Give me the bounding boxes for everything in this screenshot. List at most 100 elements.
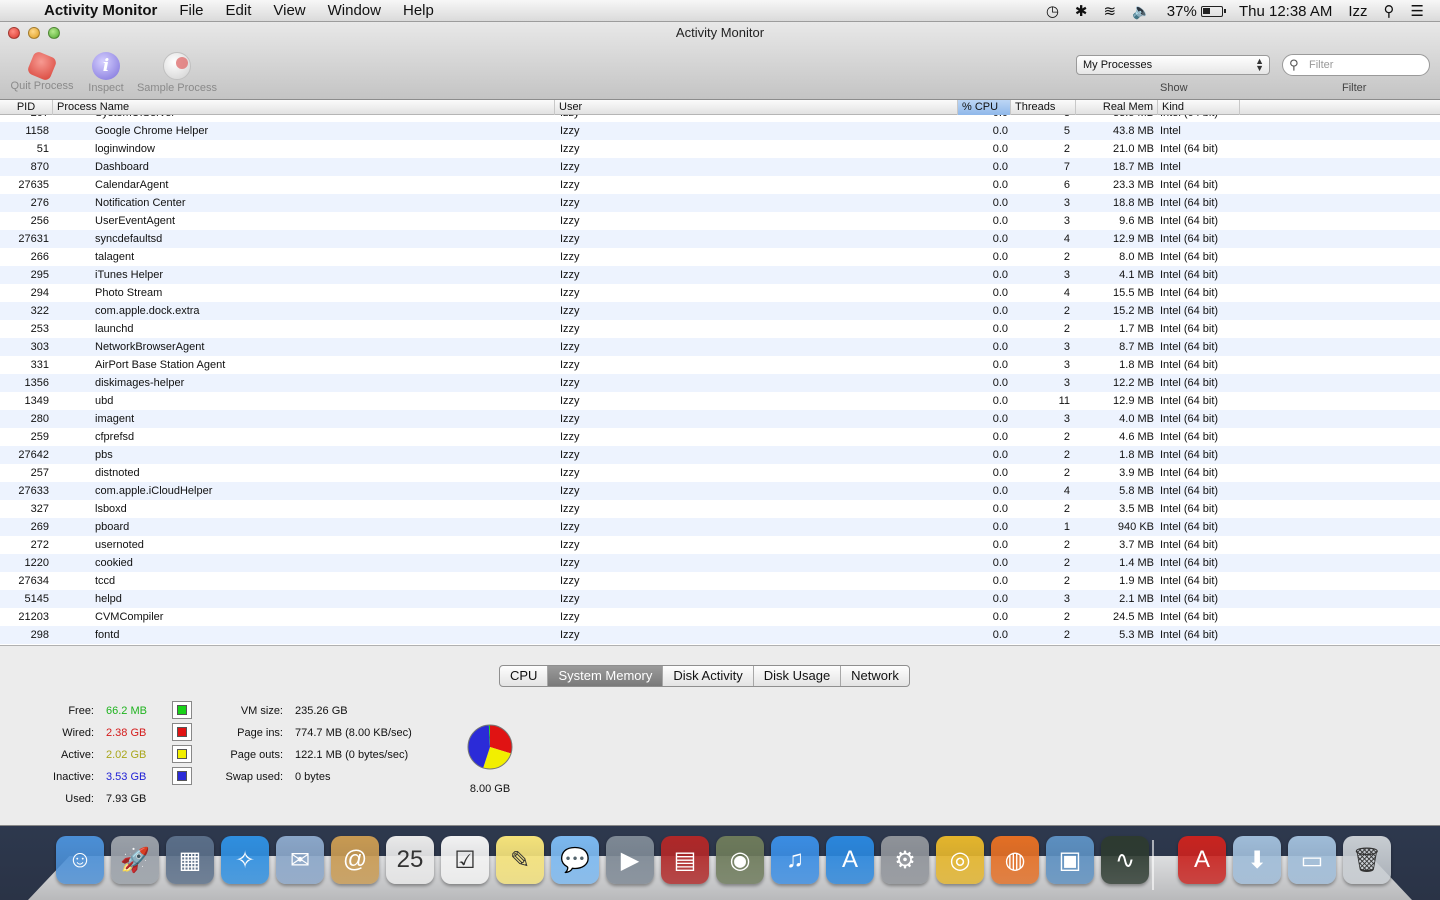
filter-search-input[interactable]: ⚲ Filter xyxy=(1282,54,1430,76)
table-row[interactable]: 269 pboard Izzy 0.0 1 940 KB Intel (64 bit) xyxy=(0,518,1440,536)
table-row[interactable]: 327 lsboxd Izzy 0.0 2 3.5 MB Intel (64 bit) xyxy=(0,500,1440,518)
tab-disk-usage[interactable]: Disk Usage xyxy=(754,666,842,686)
table-row[interactable]: 298 fontd Izzy 0.0 2 5.3 MB Intel (64 bit) xyxy=(0,626,1440,644)
time-machine-icon[interactable]: ◷ xyxy=(1046,2,1059,20)
table-row-partial[interactable]: 207 SystemUIServer Izzy 0.0 3 33.5 MB Intel (6… xyxy=(0,115,1440,122)
tab-network[interactable]: Network xyxy=(841,666,909,686)
notification-center-icon[interactable]: ☰ xyxy=(1411,2,1424,20)
facetime-icon[interactable]: ▶ xyxy=(606,836,654,884)
table-row[interactable]: 331 AirPort Base Station Agent Izzy 0.0 3 1.8… xyxy=(0,356,1440,374)
column-pid[interactable]: PID xyxy=(0,100,53,115)
table-row[interactable]: 27633 com.apple.iCloudHelper Izzy 0.0 4 5.8 M… xyxy=(0,482,1440,500)
menu-window[interactable]: Window xyxy=(328,2,381,19)
table-row[interactable]: 1349 ubd Izzy 0.0 11 12.9 MB Intel (64 bit) xyxy=(0,392,1440,410)
menu-file[interactable]: File xyxy=(179,2,203,19)
cell-mem: 1.4 MB xyxy=(1119,557,1154,569)
menu-clock[interactable]: Thu 12:38 AM xyxy=(1239,3,1332,20)
chrome-icon[interactable]: ◎ xyxy=(936,836,984,884)
menu-edit[interactable]: Edit xyxy=(226,2,252,19)
table-row[interactable]: 256 UserEventAgent Izzy 0.0 3 9.6 MB Intel (64… xyxy=(0,212,1440,230)
table-row[interactable]: 259 cfprefsd Izzy 0.0 2 4.6 MB Intel (64 bit) xyxy=(0,428,1440,446)
acrobat-icon[interactable]: A xyxy=(1178,836,1226,884)
column-real-mem[interactable]: Real Mem xyxy=(1076,100,1158,115)
cell-cpu: 0.0 xyxy=(992,503,1008,515)
table-row[interactable]: 295 iTunes Helper Izzy 0.0 3 4.1 MB Intel (64 … xyxy=(0,266,1440,284)
table-row[interactable]: 276 Notification Center Izzy 0.0 3 18.8 MB Int… xyxy=(0,194,1440,212)
calendar-icon[interactable]: 25 xyxy=(386,836,434,884)
cell-name: iTunes Helper xyxy=(95,269,164,281)
cell-pid: 27635 xyxy=(18,179,49,191)
column-kind[interactable]: Kind xyxy=(1158,100,1240,115)
sample-process-button[interactable]: Sample Process xyxy=(134,52,220,94)
process-table[interactable]: 207SystemUIServerIzzy0.0333.5 MBIntel (6… xyxy=(0,115,1440,646)
table-row[interactable]: 21203 CVMCompiler Izzy 0.0 2 24.5 MB Intel (64… xyxy=(0,608,1440,626)
itunes-icon[interactable]: ♫ xyxy=(771,836,819,884)
inspect-button[interactable]: i Inspect xyxy=(86,52,126,94)
show-processes-select[interactable]: My Processes ▲ ▼ xyxy=(1076,55,1270,75)
messages-icon[interactable]: 💬 xyxy=(551,836,599,884)
quit-process-button[interactable]: Quit Process xyxy=(8,50,76,92)
user-menu[interactable]: Izz xyxy=(1348,3,1367,20)
table-row[interactable]: 266 talagent Izzy 0.0 2 8.0 MB Intel (64 bit) xyxy=(0,248,1440,266)
preview-icon[interactable]: ▣ xyxy=(1046,836,1094,884)
documents-folder-icon[interactable]: ▭ xyxy=(1288,836,1336,884)
safari-icon[interactable]: ✧ xyxy=(221,836,269,884)
iphoto-icon[interactable]: ◉ xyxy=(716,836,764,884)
tab-system-memory[interactable]: System Memory xyxy=(548,666,664,686)
notes-icon[interactable]: ✎ xyxy=(496,836,544,884)
table-row[interactable]: 1158 Google Chrome Helper Izzy 0.0 5 43.8 MB I… xyxy=(0,122,1440,140)
reminders-icon[interactable]: ☑ xyxy=(441,836,489,884)
tab-disk-activity[interactable]: Disk Activity xyxy=(663,666,754,686)
table-row[interactable]: 272 usernoted Izzy 0.0 2 3.7 MB Intel (64 bit) xyxy=(0,536,1440,554)
column-user[interactable]: User xyxy=(555,100,958,115)
cell-name: Notification Center xyxy=(95,197,186,209)
trash-icon[interactable]: 🗑 xyxy=(1343,836,1391,884)
downloads-folder-icon[interactable]: ⬇ xyxy=(1233,836,1281,884)
menu-help[interactable]: Help xyxy=(403,2,434,19)
system-preferences-icon[interactable]: ⚙ xyxy=(881,836,929,884)
table-row[interactable]: 27635 CalendarAgent Izzy 0.0 6 23.3 MB Intel (… xyxy=(0,176,1440,194)
photo-booth-icon[interactable]: ▤ xyxy=(661,836,709,884)
table-row[interactable]: 1220 cookied Izzy 0.0 2 1.4 MB Intel (64 bit) xyxy=(0,554,1440,572)
contacts-icon[interactable]: @ xyxy=(331,836,379,884)
launchpad-icon[interactable]: 🚀 xyxy=(111,836,159,884)
table-row[interactable]: 253 launchd Izzy 0.0 2 1.7 MB Intel (64 bit) xyxy=(0,320,1440,338)
table-row[interactable]: 294 Photo Stream Izzy 0.0 4 15.5 MB Intel (64 … xyxy=(0,284,1440,302)
table-row[interactable]: 27634 tccd Izzy 0.0 2 1.9 MB Intel (64 bit) xyxy=(0,572,1440,590)
cell-name: distnoted xyxy=(95,467,140,479)
volume-icon[interactable]: 🔈 xyxy=(1132,2,1151,20)
column-threads[interactable]: Threads xyxy=(1011,100,1076,115)
table-row[interactable]: 280 imagent Izzy 0.0 3 4.0 MB Intel (64 bit) xyxy=(0,410,1440,428)
table-row[interactable]: 322 com.apple.dock.extra Izzy 0.0 2 15.2 MB In… xyxy=(0,302,1440,320)
menu-view[interactable]: View xyxy=(273,2,305,19)
app-menu[interactable]: Activity Monitor xyxy=(44,2,157,19)
cell-name: Dashboard xyxy=(95,161,149,173)
table-row[interactable]: 5145 helpd Izzy 0.0 3 2.1 MB Intel (64 bit) xyxy=(0,590,1440,608)
bluetooth-icon[interactable]: ✱ xyxy=(1075,2,1088,20)
table-row[interactable]: 51 loginwindow Izzy 0.0 2 21.0 MB Intel (64 bi… xyxy=(0,140,1440,158)
cell-cpu: 0.0 xyxy=(992,287,1008,299)
tab-cpu[interactable]: CPU xyxy=(500,666,549,686)
battery-status[interactable]: 37% xyxy=(1167,3,1226,20)
cell-threads: 2 xyxy=(1063,431,1070,443)
app-store-icon[interactable]: A xyxy=(826,836,874,884)
activity-monitor-icon[interactable]: ∿ xyxy=(1101,836,1149,884)
finder-icon[interactable]: ☺ xyxy=(56,836,104,884)
table-row[interactable]: 27631 syncdefaultsd Izzy 0.0 4 12.9 MB Intel (… xyxy=(0,230,1440,248)
column-cpu-label: % CPU xyxy=(962,101,999,113)
table-row[interactable]: 257 distnoted Izzy 0.0 2 3.9 MB Intel (64 bit) xyxy=(0,464,1440,482)
spotlight-icon[interactable]: ⚲ xyxy=(1384,2,1395,20)
table-row[interactable]: 27642 pbs Izzy 0.0 2 1.8 MB Intel (64 bit) xyxy=(0,446,1440,464)
mail-icon[interactable]: ✉ xyxy=(276,836,324,884)
cell-mem: 8.7 MB xyxy=(1119,341,1154,353)
wifi-icon[interactable]: ≋ xyxy=(1104,2,1117,20)
table-row[interactable]: 1356 diskimages-helper Izzy 0.0 3 12.2 MB Inte… xyxy=(0,374,1440,392)
table-row[interactable]: 870 Dashboard Izzy 0.0 7 18.7 MB Intel xyxy=(0,158,1440,176)
column-process-name[interactable]: Process Name xyxy=(53,100,555,115)
firefox-icon[interactable]: ◍ xyxy=(991,836,1039,884)
cell-kind: Intel (64 bit) xyxy=(1160,341,1219,353)
table-row[interactable]: 303 NetworkBrowserAgent Izzy 0.0 3 8.7 MB Inte… xyxy=(0,338,1440,356)
mission-control-icon[interactable]: ▦ xyxy=(166,836,214,884)
cell-pid: 266 xyxy=(30,251,49,263)
column-cpu[interactable]: % CPU ▼ xyxy=(958,100,1011,127)
